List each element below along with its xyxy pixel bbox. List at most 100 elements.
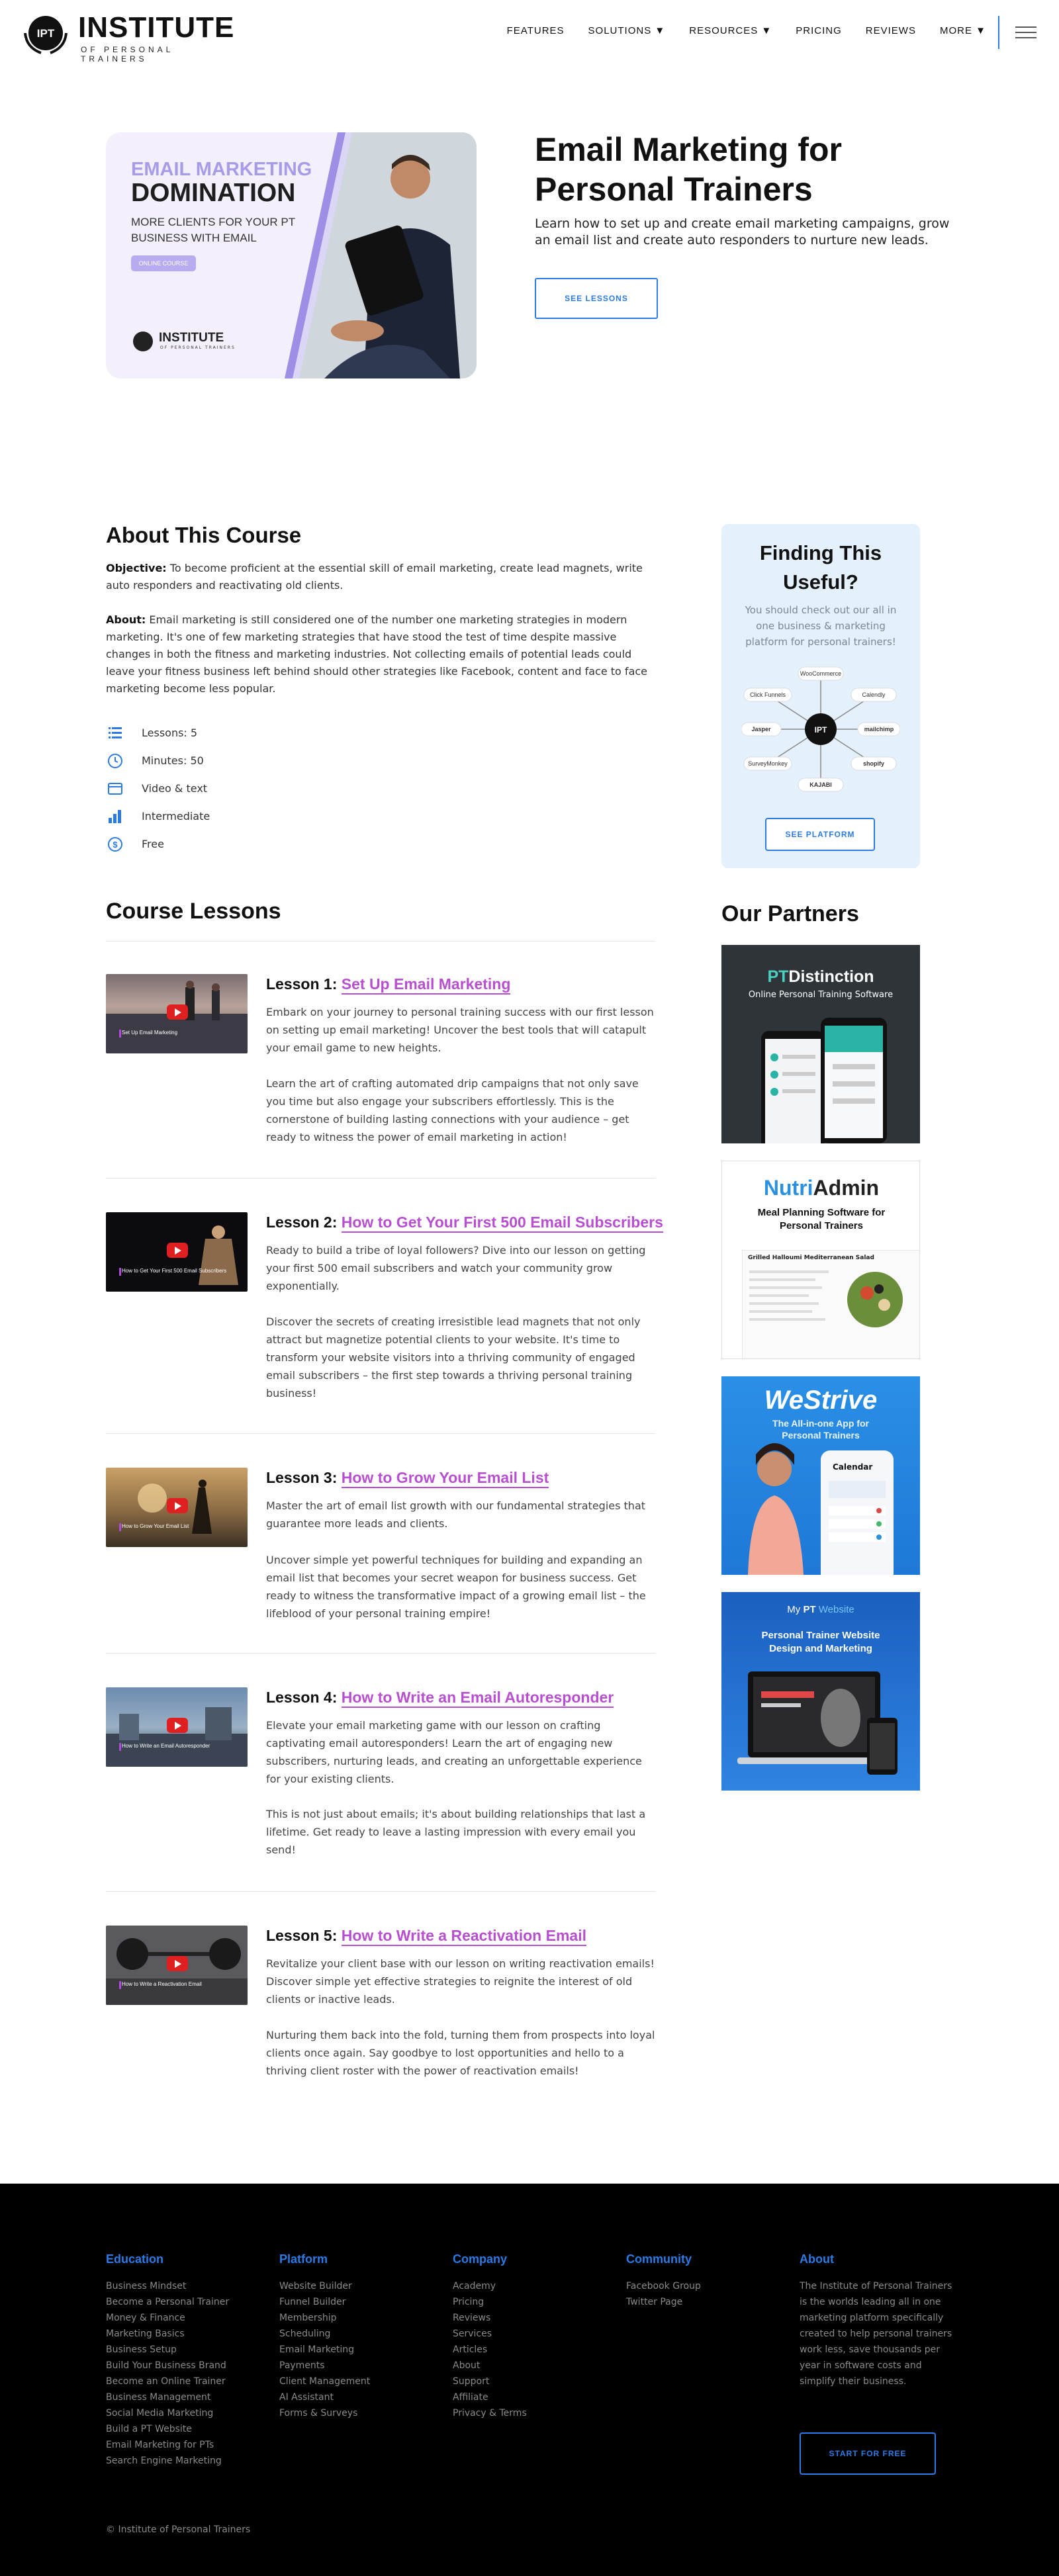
lesson-1-para-1: Embark on your journey to personal train… xyxy=(266,1006,654,1054)
lesson-4-thumb-caption: How to Write an Email Autoresponder xyxy=(122,1743,210,1749)
partner-westrive[interactable]: WeStrive The All-in-one App for Personal… xyxy=(721,1376,920,1575)
lesson-2-link[interactable]: How to Get Your First 500 Email Subscrib… xyxy=(341,1214,663,1233)
nav-pricing[interactable]: PRICING xyxy=(796,25,842,36)
hamburger-icon[interactable] xyxy=(1015,26,1036,38)
lesson-3-link[interactable]: How to Grow Your Email List xyxy=(341,1469,549,1488)
lesson-1-link[interactable]: Set Up Email Marketing xyxy=(341,975,511,995)
footer-link[interactable]: Website Builder xyxy=(279,2278,432,2294)
footer-link[interactable]: Business Setup xyxy=(106,2342,258,2358)
platform-promo-card: Finding This Useful? You should check ou… xyxy=(721,524,920,868)
lesson-5-video-thumbnail[interactable]: How to Write a Reactivation Email xyxy=(106,1926,248,2005)
hero-image-kicker: EMAIL MARKETING xyxy=(131,159,312,180)
lesson-1-video-thumbnail[interactable]: Set Up Email Marketing xyxy=(106,974,248,1053)
partner-ptdistinction[interactable]: PTDistinction Online Personal Training S… xyxy=(721,945,920,1143)
feature-label: Lessons: 5 xyxy=(142,727,198,739)
footer-link[interactable]: Articles xyxy=(453,2342,605,2358)
nav-solutions[interactable]: SOLUTIONS ▼ xyxy=(588,25,666,36)
laurel-seal-icon: IPT xyxy=(24,16,68,54)
logo-subtitle: OF PERSONAL TRAINERS xyxy=(81,45,173,64)
lesson-1-thumb-caption: Set Up Email Marketing xyxy=(122,1030,178,1036)
lesson-5-prefix: Lesson 5: xyxy=(266,1927,338,1944)
footer-link[interactable]: Twitter Page xyxy=(626,2294,778,2310)
footer-link[interactable]: Reviews xyxy=(453,2310,605,2326)
page: IPT INSTITUTE OF PERSONAL TRAINERS FEATU… xyxy=(0,0,1059,2576)
footer-col-platform: Platform Website Builder Funnel Builder … xyxy=(279,2252,432,2421)
hero-image-tagline: MORE CLIENTS FOR YOUR PT BUSINESS WITH E… xyxy=(131,216,295,244)
footer-link[interactable]: Privacy & Terms xyxy=(453,2405,605,2421)
lesson-3-video-thumbnail[interactable]: How to Grow Your Email List xyxy=(106,1468,248,1547)
lesson-3-prefix: Lesson 3: xyxy=(266,1469,338,1486)
footer-link[interactable]: Membership xyxy=(279,2310,432,2326)
lesson-4-link[interactable]: How to Write an Email Autoresponder xyxy=(341,1689,614,1708)
footer-link[interactable]: Build a PT Website xyxy=(106,2421,258,2437)
footer-link[interactable]: Search Engine Marketing xyxy=(106,2453,258,2469)
start-for-free-button[interactable]: START FOR FREE xyxy=(800,2432,936,2475)
nav-more[interactable]: MORE ▼ xyxy=(940,25,986,36)
salad-art xyxy=(749,1270,903,1327)
footer-link[interactable]: Services xyxy=(453,2326,605,2342)
hero-image-logo: INSTITUTE OF PERSONAL TRAINERS xyxy=(131,330,263,356)
nav-resources[interactable]: RESOURCES ▼ xyxy=(689,25,772,36)
footer-link[interactable]: AI Assistant xyxy=(279,2389,432,2405)
footer-link[interactable]: Academy xyxy=(453,2278,605,2294)
footer-link[interactable]: Facebook Group xyxy=(626,2278,778,2294)
nav-features[interactable]: FEATURES xyxy=(507,25,565,36)
lesson-4-para-1: Elevate your email marketing game with o… xyxy=(266,1719,642,1785)
lesson-5-link[interactable]: How to Write a Reactivation Email xyxy=(341,1927,586,1946)
footer-link[interactable]: Marketing Basics xyxy=(106,2326,258,2342)
feature-label: Free xyxy=(142,838,164,850)
seal-text: IPT xyxy=(37,27,55,40)
nav-reviews[interactable]: REVIEWS xyxy=(866,25,916,36)
partners-title: Our Partners xyxy=(721,901,859,926)
divider xyxy=(106,1653,655,1654)
platform-clickfunnels: Click Funnels xyxy=(750,691,786,698)
mypt-devices-art xyxy=(737,1671,898,1775)
footer-link[interactable]: Become a Personal Trainer xyxy=(106,2294,258,2310)
footer-link[interactable]: Scheduling xyxy=(279,2326,432,2342)
footer-link[interactable]: About xyxy=(453,2358,605,2374)
objective-text: Objective: To become proficient at the e… xyxy=(106,560,655,594)
lesson-2-prefix: Lesson 2: xyxy=(266,1214,338,1231)
platform-mailchimp: mailchimp xyxy=(864,726,894,733)
footer-link[interactable]: Business Management xyxy=(106,2389,258,2405)
footer-link[interactable]: Forms & Surveys xyxy=(279,2405,432,2421)
feature-lessons: Lessons: 5 xyxy=(106,725,304,742)
footer-link[interactable]: Business Mindset xyxy=(106,2278,258,2294)
about-title: About This Course xyxy=(106,523,302,547)
lesson-2-video-thumbnail[interactable]: How to Get Your First 500 Email Subscrib… xyxy=(106,1212,248,1292)
footer-link[interactable]: Social Media Marketing xyxy=(106,2405,258,2421)
lesson-4-video-thumbnail[interactable]: How to Write an Email Autoresponder xyxy=(106,1687,248,1767)
lesson-2-heading: Lesson 2: How to Get Your First 500 Emai… xyxy=(266,1214,663,1233)
footer-link[interactable]: Client Management xyxy=(279,2374,432,2389)
partner-mypt-website[interactable]: My PT Website Personal Trainer Website D… xyxy=(721,1592,920,1791)
bar-chart-icon xyxy=(109,810,121,823)
feature-minutes: Minutes: 50 xyxy=(106,753,304,770)
footer-link[interactable]: Support xyxy=(453,2374,605,2389)
feature-label: Intermediate xyxy=(142,810,210,822)
platform-shopify: shopify xyxy=(863,760,884,767)
hero-description: Learn how to set up and create email mar… xyxy=(535,216,950,247)
footer-link[interactable]: Funnel Builder xyxy=(279,2294,432,2310)
see-lessons-button[interactable]: SEE LESSONS xyxy=(535,278,658,319)
see-platform-button[interactable]: SEE PLATFORM xyxy=(765,818,875,851)
footer-link[interactable]: Payments xyxy=(279,2358,432,2374)
site-logo[interactable]: IPT INSTITUTE OF PERSONAL TRAINERS xyxy=(20,9,234,64)
partner-nutriadmin[interactable]: NutriAdmin Meal Planning Software for Pe… xyxy=(721,1161,920,1359)
footer-col-community: Community Facebook Group Twitter Page xyxy=(626,2252,778,2310)
about-text: About: Email marketing is still consider… xyxy=(106,611,655,697)
footer-link[interactable]: Money & Finance xyxy=(106,2310,258,2326)
footer-link[interactable]: Build Your Business Brand xyxy=(106,2358,258,2374)
lesson-3-para-1: Master the art of email list growth with… xyxy=(266,1499,646,1530)
platform-surveymonkey: SurveyMonkey xyxy=(748,760,788,767)
footer-link[interactable]: Email Marketing xyxy=(279,2342,432,2358)
platform-woocommerce: WooCommerce xyxy=(800,670,841,677)
footer-link[interactable]: Become an Online Trainer xyxy=(106,2374,258,2389)
footer-link[interactable]: Pricing xyxy=(453,2294,605,2310)
diagram-hub: IPT xyxy=(815,725,827,734)
footer-link[interactable]: Email Marketing for PTs xyxy=(106,2437,258,2453)
main-nav: FEATURES SOLUTIONS ▼ RESOURCES ▼ PRICING… xyxy=(507,25,986,36)
lesson-5-para-2: Nurturing them back into the fold, turni… xyxy=(266,2029,655,2077)
feature-format: Video & text xyxy=(106,781,304,798)
svg-text:$: $ xyxy=(113,840,118,850)
footer-link[interactable]: Affiliate xyxy=(453,2389,605,2405)
